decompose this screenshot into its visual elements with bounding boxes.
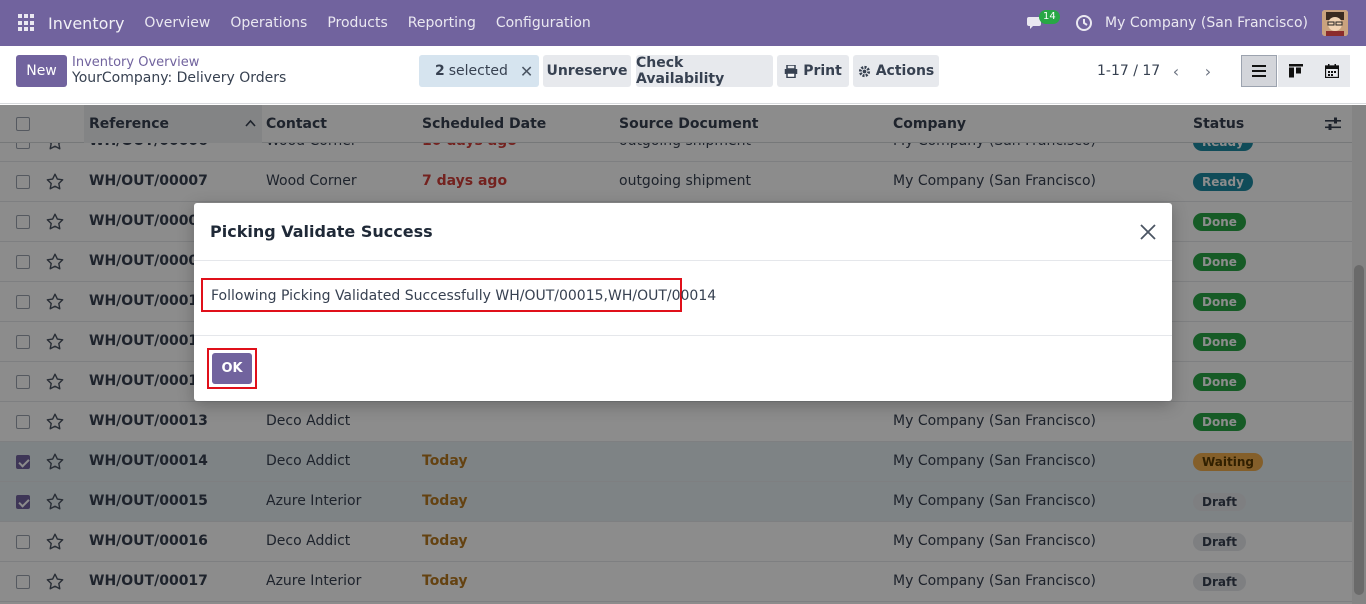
dialog-header: Picking Validate Success (194, 203, 1172, 261)
unreserve-button[interactable]: Unreserve (543, 55, 631, 87)
control-panel: New Inventory Overview YourCompany: Deli… (0, 46, 1366, 104)
top-navbar: Inventory Overview Operations Products R… (0, 0, 1366, 46)
page-title: YourCompany: Delivery Orders (72, 70, 287, 86)
new-button[interactable]: New (16, 55, 67, 87)
dialog-message: Following Picking Validated Successfully… (211, 288, 717, 304)
menu-products[interactable]: Products (327, 15, 387, 31)
gear-icon (858, 65, 870, 77)
menu-overview[interactable]: Overview (144, 15, 210, 31)
print-label: Print (803, 63, 842, 79)
menu-configuration[interactable]: Configuration (496, 15, 591, 31)
apps-grid-icon[interactable] (18, 14, 36, 32)
ok-highlight: OK (207, 348, 257, 389)
breadcrumb[interactable]: Inventory Overview (72, 55, 199, 70)
menu-operations[interactable]: Operations (230, 15, 307, 31)
previous-page-icon[interactable]: ‹ (1161, 55, 1191, 87)
menu-reporting[interactable]: Reporting (408, 15, 476, 31)
dialog-body: Following Picking Validated Successfully… (194, 261, 1172, 336)
pager-value[interactable]: 1-17 / 17 (1097, 63, 1160, 79)
avatar[interactable] (1322, 10, 1348, 36)
chat-badge: 14 (1039, 10, 1060, 24)
message-highlight: Following Picking Validated Successfully… (201, 278, 716, 312)
kanban-view-icon[interactable] (1278, 55, 1314, 87)
clock-icon[interactable] (1075, 14, 1093, 32)
ok-button[interactable]: OK (212, 353, 252, 384)
clear-selection-icon[interactable]: ✕ (520, 62, 533, 81)
printer-icon (784, 64, 798, 78)
selection-chip: 2 selected ✕ (419, 55, 539, 87)
actions-label: Actions (875, 63, 935, 79)
company-switcher[interactable]: My Company (San Francisco) (1105, 15, 1308, 31)
success-dialog: Picking Validate Success Following Picki… (194, 203, 1172, 401)
calendar-view-icon[interactable] (1314, 55, 1350, 87)
actions-button[interactable]: Actions (853, 55, 939, 87)
print-button[interactable]: Print (777, 55, 849, 87)
next-page-icon[interactable]: › (1193, 55, 1223, 87)
selected-label: selected (448, 63, 508, 79)
chat-icon[interactable]: 14 (1027, 10, 1060, 34)
list-view-icon[interactable] (1241, 55, 1277, 87)
app-name[interactable]: Inventory (48, 14, 124, 33)
close-icon[interactable] (1138, 222, 1158, 242)
dialog-title: Picking Validate Success (210, 222, 433, 241)
selected-count: 2 (435, 63, 445, 79)
check-availability-button[interactable]: Check Availability (636, 55, 773, 87)
